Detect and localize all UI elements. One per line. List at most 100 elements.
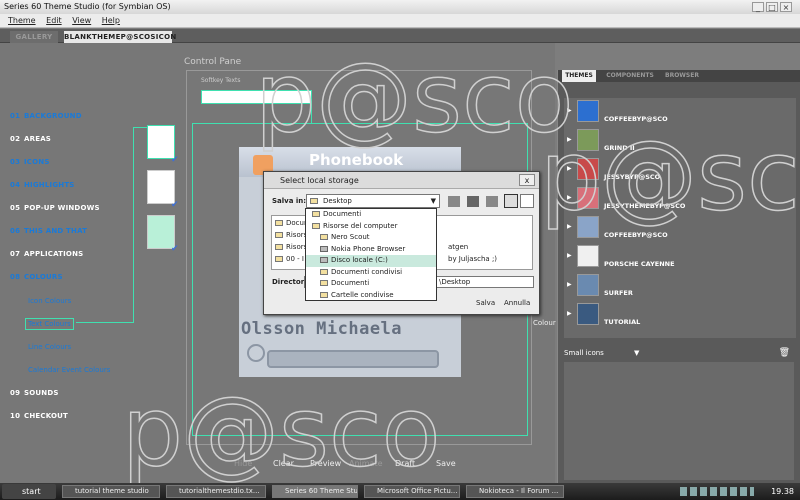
taskbar-item-active[interactable]: Series 60 Theme Stud...	[272, 485, 358, 498]
window-title: Series 60 Theme Studio (for Symbian OS)	[4, 2, 171, 11]
dropdown-item-label: Documenti	[323, 210, 362, 218]
watermark-logo: p@sco	[539, 120, 800, 232]
theme-name: TUTORIAL	[604, 318, 641, 326]
directory-value: \Desktop	[439, 278, 471, 286]
theme-name: SURFER	[604, 289, 633, 297]
file-item[interactable]: by Juljascha ;)	[448, 255, 497, 263]
close-button[interactable]: ×	[780, 2, 792, 12]
theme-item[interactable]: ▶ SURFER	[564, 272, 796, 301]
tab-browser[interactable]: BROWSER	[662, 70, 702, 82]
theme-name: PORSCHE CAYENNE	[604, 260, 675, 268]
check-icon: ✔	[171, 200, 179, 210]
menu-edit[interactable]: Edit	[38, 14, 62, 28]
category-icons[interactable]: 03 ICONS	[10, 158, 50, 166]
minimize-button[interactable]: _	[752, 2, 764, 12]
tab-gallery[interactable]: GALLERY	[10, 31, 58, 43]
new-folder-icon[interactable]	[486, 196, 498, 207]
taskbar-item[interactable]: tutorialthemestdio.tx...	[166, 485, 266, 498]
dropdown-item[interactable]: Cartelle condivise	[306, 290, 436, 302]
subitem-calendar-event-colours[interactable]: Calendar Event Colours	[28, 366, 110, 374]
system-tray-icons[interactable]	[680, 487, 754, 496]
dropdown-item-label: Nokia Phone Browser	[331, 244, 406, 253]
file-item-label: 00 - I	[286, 255, 304, 263]
category-label: APPLICATIONS	[24, 250, 84, 258]
list-view-icon[interactable]	[504, 194, 518, 208]
trash-icon[interactable]: 🗑	[779, 346, 790, 360]
folder-icon	[320, 280, 328, 286]
icon-preview-area	[564, 362, 794, 480]
folder-icon	[275, 220, 283, 226]
menu-view[interactable]: View	[64, 14, 91, 28]
taskbar-item[interactable]: tutorial theme studio	[62, 485, 160, 498]
category-this-and-that[interactable]: 06 THIS AND THAT	[10, 227, 87, 235]
maximize-button[interactable]: □	[766, 2, 778, 12]
menu-bar: Theme Edit View Help	[0, 14, 800, 28]
category-label: POP-UP WINDOWS	[24, 204, 100, 212]
category-label: CHECKOUT	[24, 412, 69, 420]
file-item[interactable]: atgen	[448, 243, 468, 251]
dialog-title: Select local storage	[264, 172, 539, 189]
dialog-cancel-button[interactable]: Annulla	[504, 299, 530, 307]
theme-thumbnail-icon	[577, 100, 599, 122]
dialog-save-button[interactable]: Salva	[476, 299, 495, 307]
file-item[interactable]: 00 - I	[275, 255, 304, 263]
category-number: 02	[10, 135, 21, 143]
details-view-icon[interactable]	[520, 194, 534, 208]
icon-size-select[interactable]: Small icons ▼ 🗑	[564, 346, 794, 360]
subitem-text-colours[interactable]: Text Colours	[25, 318, 74, 330]
category-label: COLOURS	[24, 273, 63, 281]
category-applications[interactable]: 07 APPLICATIONS	[10, 250, 83, 258]
dropdown-item-label: Risorse del computer	[323, 221, 398, 230]
folder-icon	[320, 291, 328, 298]
tab-blankthemepsco[interactable]: BLANKTHEMEP@SCOSICON	[64, 31, 176, 43]
dropdown-item-selected[interactable]: Disco locale (C:)	[306, 255, 436, 267]
taskbar-item[interactable]: Nokioteca - Il Forum ...	[466, 485, 564, 498]
category-number: 05	[10, 204, 21, 212]
taskbar-item[interactable]: Microsoft Office Pictu...	[364, 485, 460, 498]
tab-components[interactable]: COMPONENTS	[600, 70, 660, 82]
expand-arrow-icon: ▶	[567, 252, 572, 259]
dropdown-item[interactable]: Risorse del computer	[306, 221, 436, 233]
category-popup-windows[interactable]: 05 POP-UP WINDOWS	[10, 204, 100, 212]
category-background[interactable]: 01 BACKGROUND	[10, 112, 82, 120]
dropdown-item[interactable]: Documenti	[306, 209, 436, 221]
theme-thumbnail-icon	[577, 303, 599, 325]
save-in-label: Salva in:	[272, 197, 307, 205]
theme-item[interactable]: ▶ TUTORIAL	[564, 301, 796, 330]
file-item-label: atgen	[448, 243, 469, 251]
category-checkout[interactable]: 10 CHECKOUT	[10, 412, 68, 420]
home-icon[interactable]	[467, 196, 479, 207]
search-icon	[247, 344, 265, 362]
colour-swatch[interactable]	[147, 170, 175, 204]
file-item[interactable]: Risors	[275, 243, 307, 251]
file-item[interactable]: Risors	[275, 231, 307, 239]
category-highlights[interactable]: 04 HIGHLIGHTS	[10, 181, 75, 189]
category-number: 08	[10, 273, 21, 281]
up-folder-icon[interactable]	[448, 196, 460, 207]
menu-theme[interactable]: Theme	[0, 14, 36, 28]
theme-item[interactable]: ▶ PORSCHE CAYENNE	[564, 243, 796, 272]
connector-line	[133, 127, 147, 128]
save-in-value: Desktop	[323, 197, 352, 205]
category-number: 10	[10, 412, 21, 420]
colour-swatch[interactable]	[147, 125, 175, 159]
subitem-line-colours[interactable]: Line Colours	[28, 343, 71, 351]
save-in-dropdown[interactable]: Documenti Risorse del computer Nero Scou…	[305, 208, 437, 301]
folder-icon	[312, 211, 320, 217]
colour-side-label: Colour	[533, 319, 556, 327]
dropdown-item[interactable]: Nokia Phone Browser	[306, 244, 436, 256]
dropdown-item-label: Documenti	[331, 279, 370, 287]
menu-help[interactable]: Help	[94, 14, 120, 28]
category-label: THIS AND THAT	[24, 227, 88, 235]
dropdown-item[interactable]: Documenti condivisi	[306, 267, 436, 279]
subitem-icon-colours[interactable]: Icon Colours	[28, 297, 71, 305]
category-colours[interactable]: 08 COLOURS	[10, 273, 63, 281]
dropdown-item[interactable]: Nero Scout	[306, 232, 436, 244]
category-areas[interactable]: 02 AREAS	[10, 135, 51, 143]
save-in-select[interactable]: Desktop ▼	[306, 194, 440, 208]
dropdown-item[interactable]: Documenti	[306, 278, 436, 290]
category-sounds[interactable]: 09 SOUNDS	[10, 389, 59, 397]
dialog-close-button[interactable]: x	[519, 174, 535, 186]
watermark-logo: p@sco	[121, 376, 441, 488]
start-button[interactable]: start	[2, 484, 56, 499]
